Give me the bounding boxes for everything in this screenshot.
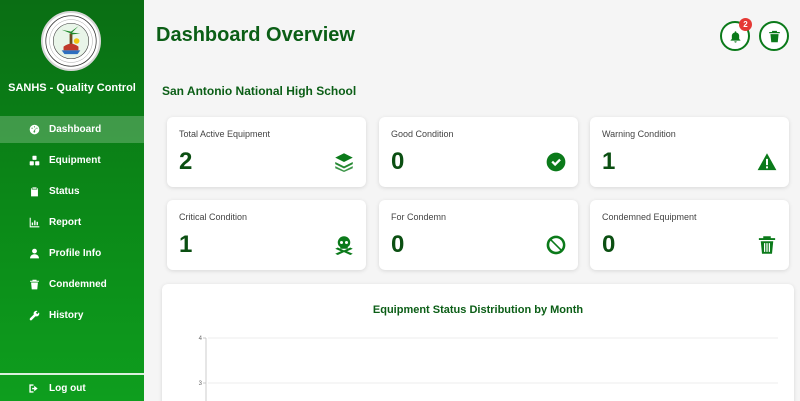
logout-icon bbox=[28, 382, 40, 394]
sidebar-item-report[interactable]: Report bbox=[0, 209, 144, 236]
logout-label: Log out bbox=[49, 382, 86, 394]
y-tick-label: 3 bbox=[199, 381, 203, 387]
school-logo bbox=[41, 11, 101, 71]
card-value: 1 bbox=[602, 148, 616, 175]
trash-icon bbox=[768, 30, 780, 42]
sidebar-item-label: Status bbox=[49, 186, 80, 197]
card-critical-condition: Critical Condition 1 bbox=[167, 200, 366, 270]
bell-icon bbox=[730, 30, 740, 43]
sidebar-item-equipment[interactable]: Equipment bbox=[0, 147, 144, 174]
card-value: 0 bbox=[602, 231, 616, 258]
card-label: Warning Condition bbox=[602, 129, 676, 139]
wrench-icon bbox=[28, 310, 40, 322]
layers-icon bbox=[334, 152, 354, 172]
status-distribution-chart: 43 bbox=[199, 336, 778, 401]
logout-button[interactable]: Log out bbox=[0, 373, 144, 401]
card-label: Good Condition bbox=[391, 129, 454, 139]
sidebar-menu: Dashboard Equipment Status Report Profil… bbox=[0, 116, 144, 333]
trash-icon bbox=[28, 279, 40, 291]
clipboard-icon bbox=[28, 186, 40, 198]
card-condemned-equipment: Condemned Equipment 0 bbox=[590, 200, 789, 270]
skull-icon bbox=[334, 235, 354, 255]
sidebar-item-label: Profile Info bbox=[49, 248, 102, 259]
card-total-active-equipment: Total Active Equipment 2 bbox=[167, 117, 366, 187]
notifications-button[interactable]: 2 bbox=[720, 18, 752, 51]
warning-icon bbox=[757, 152, 777, 172]
sidebar-item-status[interactable]: Status bbox=[0, 178, 144, 205]
sidebar-item-label: Condemned bbox=[49, 279, 107, 290]
sidebar-item-label: Equipment bbox=[49, 155, 101, 166]
sidebar-item-label: Dashboard bbox=[49, 124, 102, 135]
sidebar-item-dashboard[interactable]: Dashboard bbox=[0, 116, 144, 143]
sidebar: SANHS - Quality Control Dashboard Equipm… bbox=[0, 0, 144, 401]
brand-title: SANHS - Quality Control bbox=[8, 82, 136, 94]
card-value: 1 bbox=[179, 231, 193, 258]
sidebar-item-history[interactable]: History bbox=[0, 302, 144, 329]
chart-card: Equipment Status Distribution by Month 4… bbox=[162, 284, 794, 401]
card-label: Total Active Equipment bbox=[179, 129, 271, 139]
check-circle-icon bbox=[546, 152, 566, 172]
sidebar-item-profile-info[interactable]: Profile Info bbox=[0, 240, 144, 267]
school-name: San Antonio National High School bbox=[162, 84, 357, 98]
dashboard-icon bbox=[28, 124, 40, 136]
ban-icon bbox=[546, 235, 566, 255]
card-value: 0 bbox=[391, 231, 405, 258]
sidebar-item-label: History bbox=[49, 310, 84, 321]
card-label: Critical Condition bbox=[179, 212, 248, 222]
y-tick-label: 4 bbox=[199, 336, 203, 342]
trash-button[interactable] bbox=[759, 21, 789, 51]
chart-icon bbox=[28, 217, 40, 229]
card-value: 0 bbox=[391, 148, 405, 175]
card-value: 2 bbox=[179, 148, 193, 175]
card-good-condition: Good Condition 0 bbox=[379, 117, 578, 187]
card-for-condemn: For Condemn 0 bbox=[379, 200, 578, 270]
card-label: For Condemn bbox=[391, 212, 447, 222]
user-icon bbox=[28, 248, 40, 260]
equipment-icon bbox=[28, 155, 40, 167]
sidebar-item-condemned[interactable]: Condemned bbox=[0, 271, 144, 298]
card-label: Condemned Equipment bbox=[602, 212, 697, 222]
trash-icon bbox=[757, 235, 777, 255]
page-title: Dashboard Overview bbox=[156, 24, 355, 46]
notification-badge: 2 bbox=[739, 18, 752, 31]
card-warning-condition: Warning Condition 1 bbox=[590, 117, 789, 187]
school-seal-image bbox=[45, 15, 97, 67]
sidebar-item-label: Report bbox=[49, 217, 82, 228]
